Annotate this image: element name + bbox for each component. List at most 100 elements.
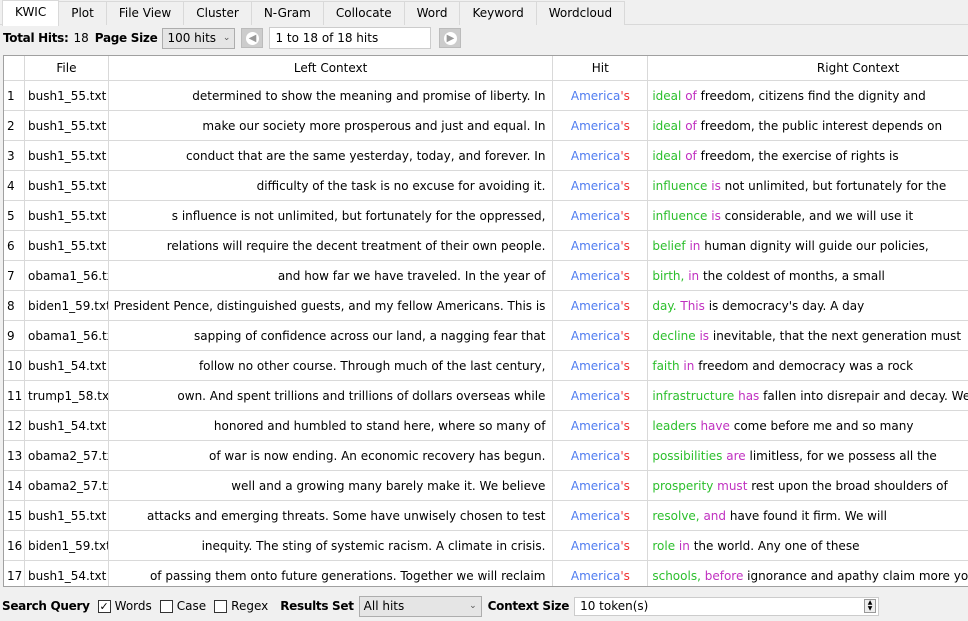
header-file[interactable]: File	[25, 56, 109, 80]
table-row[interactable]: 9 obama1_56.txt sapping of confidence ac…	[4, 321, 968, 351]
hit-suffix: 's	[620, 298, 630, 313]
hit-cell[interactable]: America's	[553, 141, 649, 170]
file-cell[interactable]: biden1_59.txt	[25, 291, 109, 320]
hit-word: America	[570, 508, 621, 523]
table-row[interactable]: 7 obama1_56.txt and how far we have trav…	[4, 261, 968, 291]
hit-cell[interactable]: America's	[553, 321, 649, 350]
hit-cell[interactable]: America's	[553, 171, 649, 200]
table-row[interactable]: 16 biden1_59.txt inequity. The sting of …	[4, 531, 968, 561]
file-cell[interactable]: bush1_55.txt	[25, 201, 109, 230]
total-hits-value: 18	[73, 31, 89, 45]
kwic-table[interactable]: File Left Context Hit Right Context 1 bu…	[3, 55, 968, 587]
hit-suffix: 's	[620, 88, 630, 103]
tab-plot[interactable]: Plot	[58, 1, 107, 25]
tab-collocate[interactable]: Collocate	[322, 1, 405, 25]
right-word-1: influence	[652, 178, 708, 193]
tab-kwic[interactable]: KWIC	[2, 0, 60, 26]
file-cell[interactable]: bush1_54.txt	[25, 411, 109, 440]
chevron-down-icon: ⌄	[222, 33, 231, 43]
row-number: 5	[4, 201, 25, 230]
hit-cell[interactable]: America's	[553, 531, 649, 560]
file-cell[interactable]: bush1_54.txt	[25, 561, 109, 586]
file-cell[interactable]: obama1_56.txt	[25, 261, 109, 290]
next-page-button[interactable]: ▶	[439, 28, 462, 48]
file-cell[interactable]: trump1_58.txt	[25, 381, 109, 410]
file-cell[interactable]: bush1_55.txt	[25, 111, 109, 140]
table-row[interactable]: 4 bush1_55.txt difficulty of the task is…	[4, 171, 968, 201]
header-hit[interactable]: Hit	[553, 56, 649, 80]
table-row[interactable]: 6 bush1_55.txt relations will require th…	[4, 231, 968, 261]
file-cell[interactable]: bush1_54.txt	[25, 351, 109, 380]
hit-cell[interactable]: America's	[553, 411, 649, 440]
row-number: 14	[4, 471, 25, 500]
hit-cell[interactable]: America's	[553, 201, 649, 230]
tab-n-gram[interactable]: N-Gram	[250, 1, 324, 25]
tab-file-view[interactable]: File View	[105, 1, 185, 25]
hit-cell[interactable]: America's	[553, 471, 649, 500]
row-number: 17	[4, 561, 25, 586]
hit-cell[interactable]: America's	[553, 561, 649, 586]
spinner-arrows-icon[interactable]: ▲ ▼	[864, 599, 877, 613]
hit-cell[interactable]: America's	[553, 351, 649, 380]
right-word-2: in	[678, 538, 690, 553]
tab-word[interactable]: Word	[403, 1, 461, 25]
table-row[interactable]: 10 bush1_54.txt follow no other course. …	[4, 351, 968, 381]
page-range-field[interactable]: 1 to 18 of 18 hits	[269, 27, 432, 49]
hit-word: America	[570, 238, 621, 253]
file-cell[interactable]: biden1_59.txt	[25, 531, 109, 560]
header-number[interactable]	[4, 56, 25, 80]
file-cell[interactable]: bush1_55.txt	[25, 501, 109, 530]
right-word-2: have	[700, 418, 730, 433]
left-context-cell: inequity. The sting of systemic racism. …	[109, 531, 554, 560]
file-cell[interactable]: bush1_55.txt	[25, 171, 109, 200]
file-cell[interactable]: bush1_55.txt	[25, 141, 109, 170]
hit-cell[interactable]: America's	[553, 81, 649, 110]
table-row[interactable]: 15 bush1_55.txt attacks and emerging thr…	[4, 501, 968, 531]
hit-word: America	[570, 388, 621, 403]
file-cell[interactable]: bush1_55.txt	[25, 231, 109, 260]
right-word-1: leaders	[652, 418, 697, 433]
context-size-spinner[interactable]: 10 token(s) ▲ ▼	[574, 596, 880, 616]
tab-wordcloud[interactable]: Wordcloud	[535, 1, 626, 25]
right-word-2: are	[726, 448, 746, 463]
hit-cell[interactable]: America's	[553, 381, 649, 410]
results-set-select[interactable]: All hits ⌄	[358, 595, 482, 617]
file-cell[interactable]: obama2_57.txt	[25, 471, 109, 500]
previous-page-button[interactable]: ◀	[241, 28, 264, 48]
file-cell[interactable]: obama2_57.txt	[25, 441, 109, 470]
tab-keyword[interactable]: Keyword	[459, 1, 537, 25]
right-context-rest: inevitable, that the next generation mus…	[712, 328, 962, 343]
table-row[interactable]: 2 bush1_55.txt make our society more pro…	[4, 111, 968, 141]
context-size-value: 10 token(s)	[580, 598, 649, 613]
hit-cell[interactable]: America's	[553, 231, 649, 260]
header-right-context[interactable]: Right Context	[648, 56, 968, 80]
table-row[interactable]: 14 obama2_57.txt well and a growing many…	[4, 471, 968, 501]
right-word-1: role	[652, 538, 676, 553]
regex-checkbox[interactable]	[214, 599, 228, 613]
hit-cell[interactable]: America's	[553, 291, 649, 320]
table-row[interactable]: 17 bush1_54.txt of passing them onto fut…	[4, 561, 968, 586]
right-word-2: and	[703, 508, 727, 523]
table-row[interactable]: 13 obama2_57.txt of war is now ending. A…	[4, 441, 968, 471]
table-row[interactable]: 8 biden1_59.txt President Pence, disting…	[4, 291, 968, 321]
left-context-cell: well and a growing many barely make it. …	[109, 471, 554, 500]
hit-cell[interactable]: America's	[553, 261, 649, 290]
hit-cell[interactable]: America's	[553, 111, 649, 140]
tab-cluster[interactable]: Cluster	[183, 1, 252, 25]
table-row[interactable]: 3 bush1_55.txt conduct that are the same…	[4, 141, 968, 171]
file-cell[interactable]: bush1_55.txt	[25, 81, 109, 110]
table-row[interactable]: 5 bush1_55.txt s influence is not unlimi…	[4, 201, 968, 231]
hit-word: America	[570, 208, 621, 223]
table-row[interactable]: 1 bush1_55.txt determined to show the me…	[4, 81, 968, 111]
page-size-select[interactable]: 100 hits ⌄	[162, 27, 236, 49]
file-cell[interactable]: obama1_56.txt	[25, 321, 109, 350]
hit-cell[interactable]: America's	[553, 441, 649, 470]
hit-cell[interactable]: America's	[553, 501, 649, 530]
header-left-context[interactable]: Left Context	[109, 56, 554, 80]
table-row[interactable]: 12 bush1_54.txt honored and humbled to s…	[4, 411, 968, 441]
words-checkbox[interactable]: ✓	[97, 599, 111, 613]
table-row[interactable]: 11 trump1_58.txt own. And spent trillion…	[4, 381, 968, 411]
case-checkbox[interactable]	[159, 599, 173, 613]
hit-word: America	[570, 88, 621, 103]
right-word-1: possibilities	[652, 448, 723, 463]
